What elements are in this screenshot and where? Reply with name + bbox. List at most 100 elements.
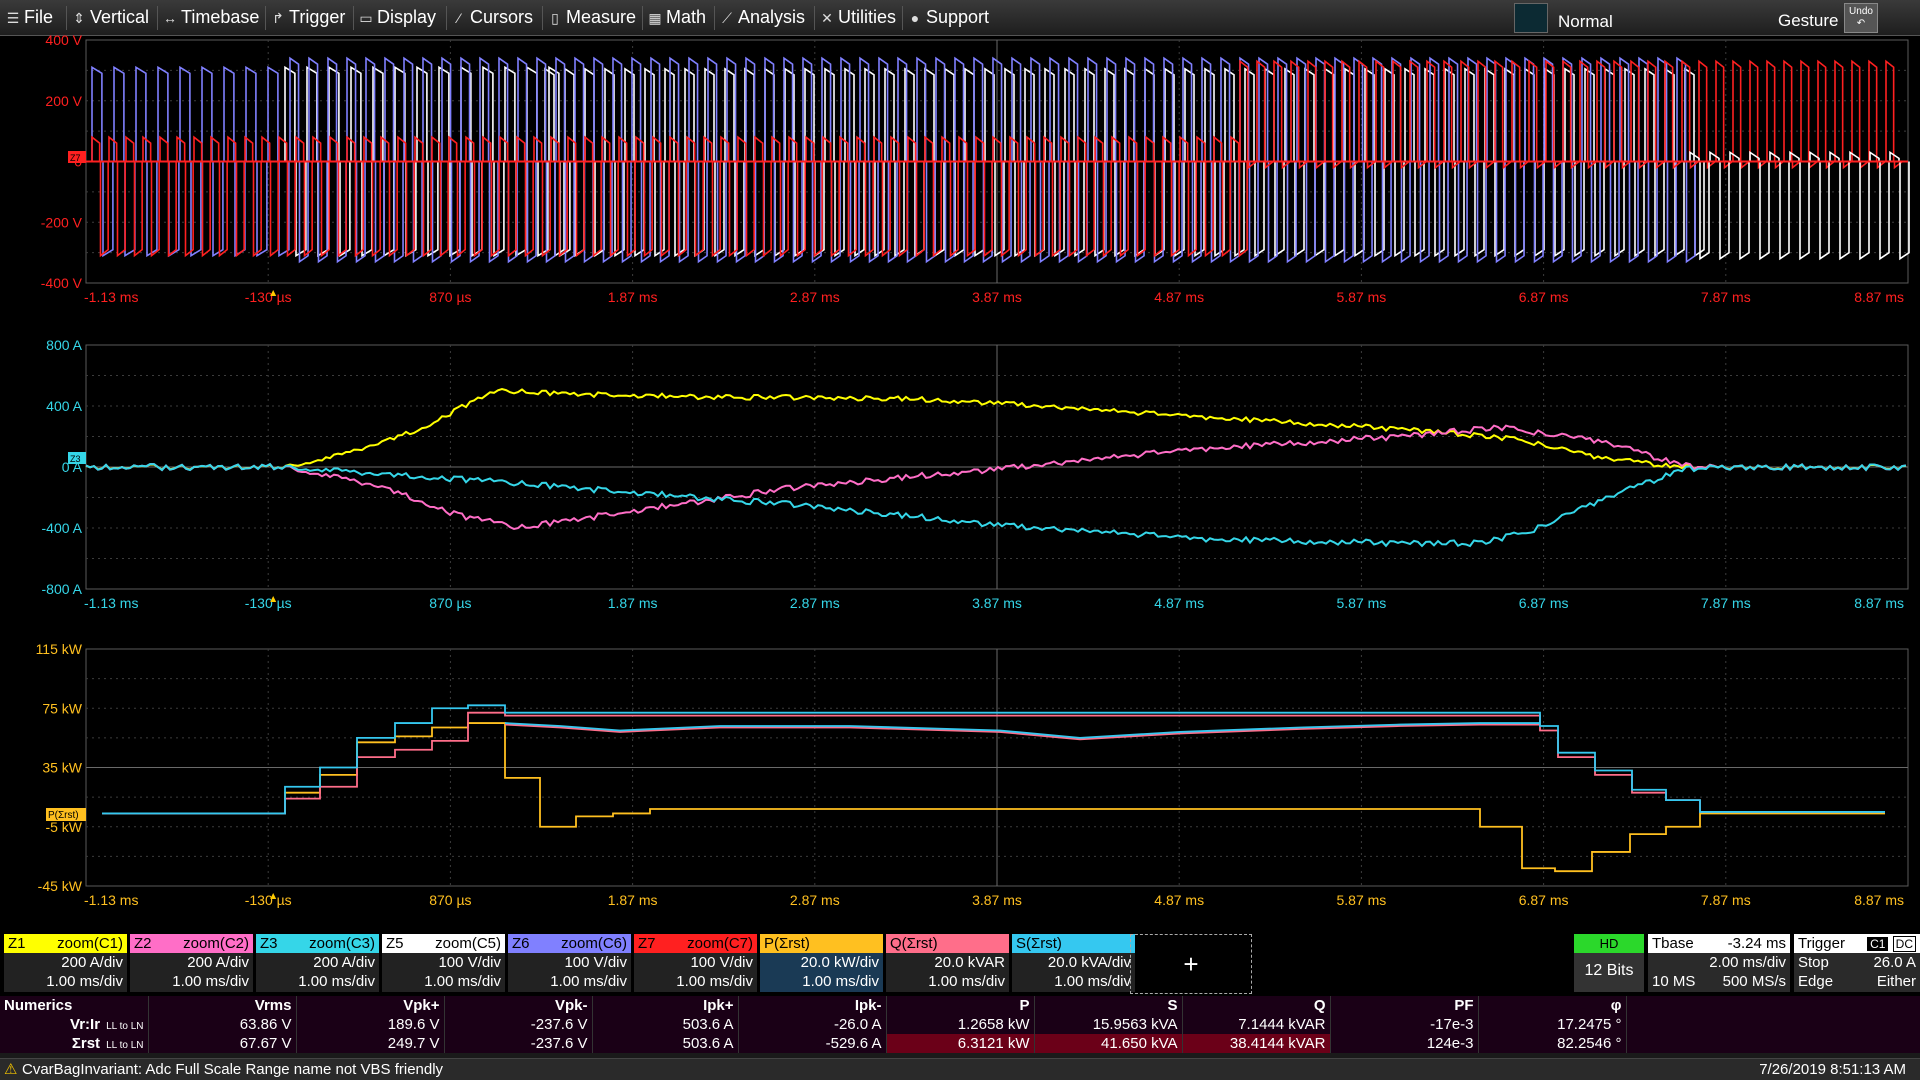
trigger-mode: Stop xyxy=(1798,954,1829,971)
x-tick-label: 7.87 ms xyxy=(1701,289,1751,305)
p-sum-marker[interactable]: P(Σrst) xyxy=(46,808,86,821)
descriptor-id: Z7 xyxy=(638,935,656,952)
y-tick-label: -800 A xyxy=(42,581,83,597)
descriptor-vertical-scale: 20.0 kW/div xyxy=(800,954,879,971)
x-tick-label: 6.87 ms xyxy=(1519,892,1569,908)
numerics-row[interactable]: Vr:Ir LL to LN 63.86 V 189.6 V -237.6 V 503.6… xyxy=(0,1015,1920,1034)
numerics-cell: 1.2658 kW xyxy=(886,1015,1035,1034)
numerics-cell: 41.650 kVA xyxy=(1034,1034,1183,1053)
add-trace-button[interactable]: + xyxy=(1130,934,1252,994)
descriptor-header: S(Σrst) xyxy=(1012,934,1135,953)
numerics-column-header: Vpk- xyxy=(444,996,593,1015)
descriptor-source: zoom(C6) xyxy=(561,935,627,952)
scope-display[interactable]: 400 V200 V0-200 V-400 V-1.13 ms-130 µs87… xyxy=(0,0,1920,1080)
x-tick-label: 1.87 ms xyxy=(608,892,658,908)
descriptor-horizontal-scale: 1.00 ms/div xyxy=(298,973,375,990)
timebase-descriptor[interactable]: Tbase -3.24 ms 2.00 ms/div 10 MS 500 MS/s xyxy=(1648,934,1790,992)
numerics-row[interactable]: Σrst LL to LN 67.67 V 249.7 V -237.6 V 503.6 … xyxy=(0,1034,1920,1053)
x-tick-label: 6.87 ms xyxy=(1519,595,1569,611)
numerics-title: Numerics xyxy=(0,996,149,1015)
descriptor-header: Z6 zoom(C6) xyxy=(508,934,631,953)
x-tick-label: 2.87 ms xyxy=(790,892,840,908)
x-tick-label: -1.13 ms xyxy=(84,892,138,908)
numerics-cell: 17.2475 ° xyxy=(1478,1015,1627,1034)
descriptor-horizontal-scale: 1.00 ms/div xyxy=(424,973,501,990)
descriptor-id: Z2 xyxy=(134,935,152,952)
descriptor-prst[interactable]: P(Σrst) 20.0 kW/div 1.00 ms/div xyxy=(760,934,884,992)
trigger-label: Trigger xyxy=(1798,935,1845,952)
grid-2[interactable]: 800 A400 A0 A-400 A-800 A-1.13 ms -130 µs… xyxy=(42,337,1909,611)
x-tick-label: 1.87 ms xyxy=(608,289,658,305)
hd-descriptor[interactable]: HD 12 Bits xyxy=(1574,934,1644,992)
trigger-descriptor[interactable]: Trigger C1 DC Stop 26.0 A Edge Either xyxy=(1794,934,1920,992)
status-bar: ⚠ CvarBagInvariant: Adc Full Scale Range… xyxy=(0,1058,1920,1080)
x-tick-label: 8.87 ms xyxy=(1854,595,1904,611)
x-tick-label: 8.87 ms xyxy=(1854,892,1904,908)
numerics-empty-cell xyxy=(1626,996,1920,1015)
y-tick-label: -45 kW xyxy=(38,878,83,894)
descriptor-header: Z2 zoom(C2) xyxy=(130,934,253,953)
descriptor-z3[interactable]: Z3 zoom(C3) 200 A/div 1.00 ms/div xyxy=(256,934,380,992)
x-tick-label: 2.87 ms xyxy=(790,289,840,305)
numerics-cell: 15.9563 kVA xyxy=(1034,1015,1183,1034)
trigger-level: 26.0 A xyxy=(1873,954,1916,971)
descriptor-horizontal-scale: 1.00 ms/div xyxy=(802,973,879,990)
numerics-cell: 249.7 V xyxy=(296,1034,445,1053)
row-label: Vr:Ir xyxy=(70,1016,101,1033)
x-tick-label: 5.87 ms xyxy=(1336,892,1386,908)
x-tick-label: 6.87 ms xyxy=(1519,289,1569,305)
numerics-column-header: Vrms xyxy=(148,996,297,1015)
descriptor-horizontal-scale: 1.00 ms/div xyxy=(46,973,123,990)
descriptor-source: zoom(C7) xyxy=(687,935,753,952)
descriptor-z6[interactable]: Z6 zoom(C6) 100 V/div 1.00 ms/div xyxy=(508,934,632,992)
timebase-samples: 10 MS xyxy=(1652,973,1696,990)
descriptor-z2[interactable]: Z2 zoom(C2) 200 A/div 1.00 ms/div xyxy=(130,934,254,992)
descriptor-id: Z1 xyxy=(8,935,26,952)
hd-bits: 12 Bits xyxy=(1584,962,1634,979)
numerics-empty-cell xyxy=(1626,1034,1920,1053)
z7-marker-label: Z7 xyxy=(70,153,81,163)
warning-icon: ⚠ xyxy=(4,1061,18,1078)
descriptor-id: Z3 xyxy=(260,935,278,952)
descriptor-id: P(Σrst) xyxy=(764,935,810,952)
y-tick-label: -5 kW xyxy=(45,819,82,835)
x-tick-label: -130 µs xyxy=(245,892,292,908)
descriptor-id: Q(Σrst) xyxy=(890,935,938,952)
numerics-cell: 189.6 V xyxy=(296,1015,445,1034)
descriptor-vertical-scale: 200 A/div xyxy=(187,954,249,971)
descriptor-id: S(Σrst) xyxy=(1016,935,1062,952)
descriptor-vertical-scale: 100 V/div xyxy=(438,954,501,971)
x-tick-label: 870 µs xyxy=(429,892,471,908)
descriptor-horizontal-scale: 1.00 ms/div xyxy=(928,973,1005,990)
x-tick-label: 5.87 ms xyxy=(1336,595,1386,611)
descriptor-source: zoom(C5) xyxy=(435,935,501,952)
z7-ground-marker[interactable]: Z7 xyxy=(68,151,86,163)
descriptor-z5[interactable]: Z5 zoom(C5) 100 V/div 1.00 ms/div xyxy=(382,934,506,992)
descriptor-vertical-scale: 200 A/div xyxy=(313,954,375,971)
descriptor-z1[interactable]: Z1 zoom(C1) 200 A/div 1.00 ms/div xyxy=(4,934,128,992)
status-message: CvarBagInvariant: Adc Full Scale Range n… xyxy=(22,1061,444,1078)
numerics-cell: 503.6 A xyxy=(592,1015,739,1034)
numerics-row-name: Vr:Ir LL to LN xyxy=(0,1015,149,1034)
descriptor-qrst[interactable]: Q(Σrst) 20.0 kVAR 1.00 ms/div xyxy=(886,934,1010,992)
x-tick-label: 4.87 ms xyxy=(1154,289,1204,305)
numerics-column-header: Ipk+ xyxy=(592,996,739,1015)
numerics-cell: -17e-3 xyxy=(1330,1015,1479,1034)
z3-ground-marker[interactable]: Z3 xyxy=(68,452,86,464)
p-sum-marker-label: P(Σrst) xyxy=(48,810,79,821)
numerics-column-header: S xyxy=(1034,996,1183,1015)
numerics-table[interactable]: Numerics Vrms Vpk+ Vpk- Ipk+ Ipk- P S Q PF φ Vr:Ir… xyxy=(0,996,1920,1058)
descriptor-id: Z6 xyxy=(512,935,530,952)
status-datetime: 7/26/2019 8:51:13 AM xyxy=(1759,1061,1906,1078)
timebase-delay: -3.24 ms xyxy=(1727,935,1786,952)
x-tick-label: 4.87 ms xyxy=(1154,595,1204,611)
descriptor-srst[interactable]: S(Σrst) 20.0 kVA/div 1.00 ms/div xyxy=(1012,934,1136,992)
numerics-cell: 67.67 V xyxy=(148,1034,297,1053)
descriptor-z7[interactable]: Z7 zoom(C7) 100 V/div 1.00 ms/div xyxy=(634,934,758,992)
x-tick-label: 7.87 ms xyxy=(1701,595,1751,611)
x-tick-label: 3.87 ms xyxy=(972,289,1022,305)
y-tick-label: 400 A xyxy=(46,398,82,414)
numerics-cell: 503.6 A xyxy=(592,1034,739,1053)
descriptor-vertical-scale: 100 V/div xyxy=(690,954,753,971)
timebase-rate: 500 MS/s xyxy=(1722,973,1786,990)
